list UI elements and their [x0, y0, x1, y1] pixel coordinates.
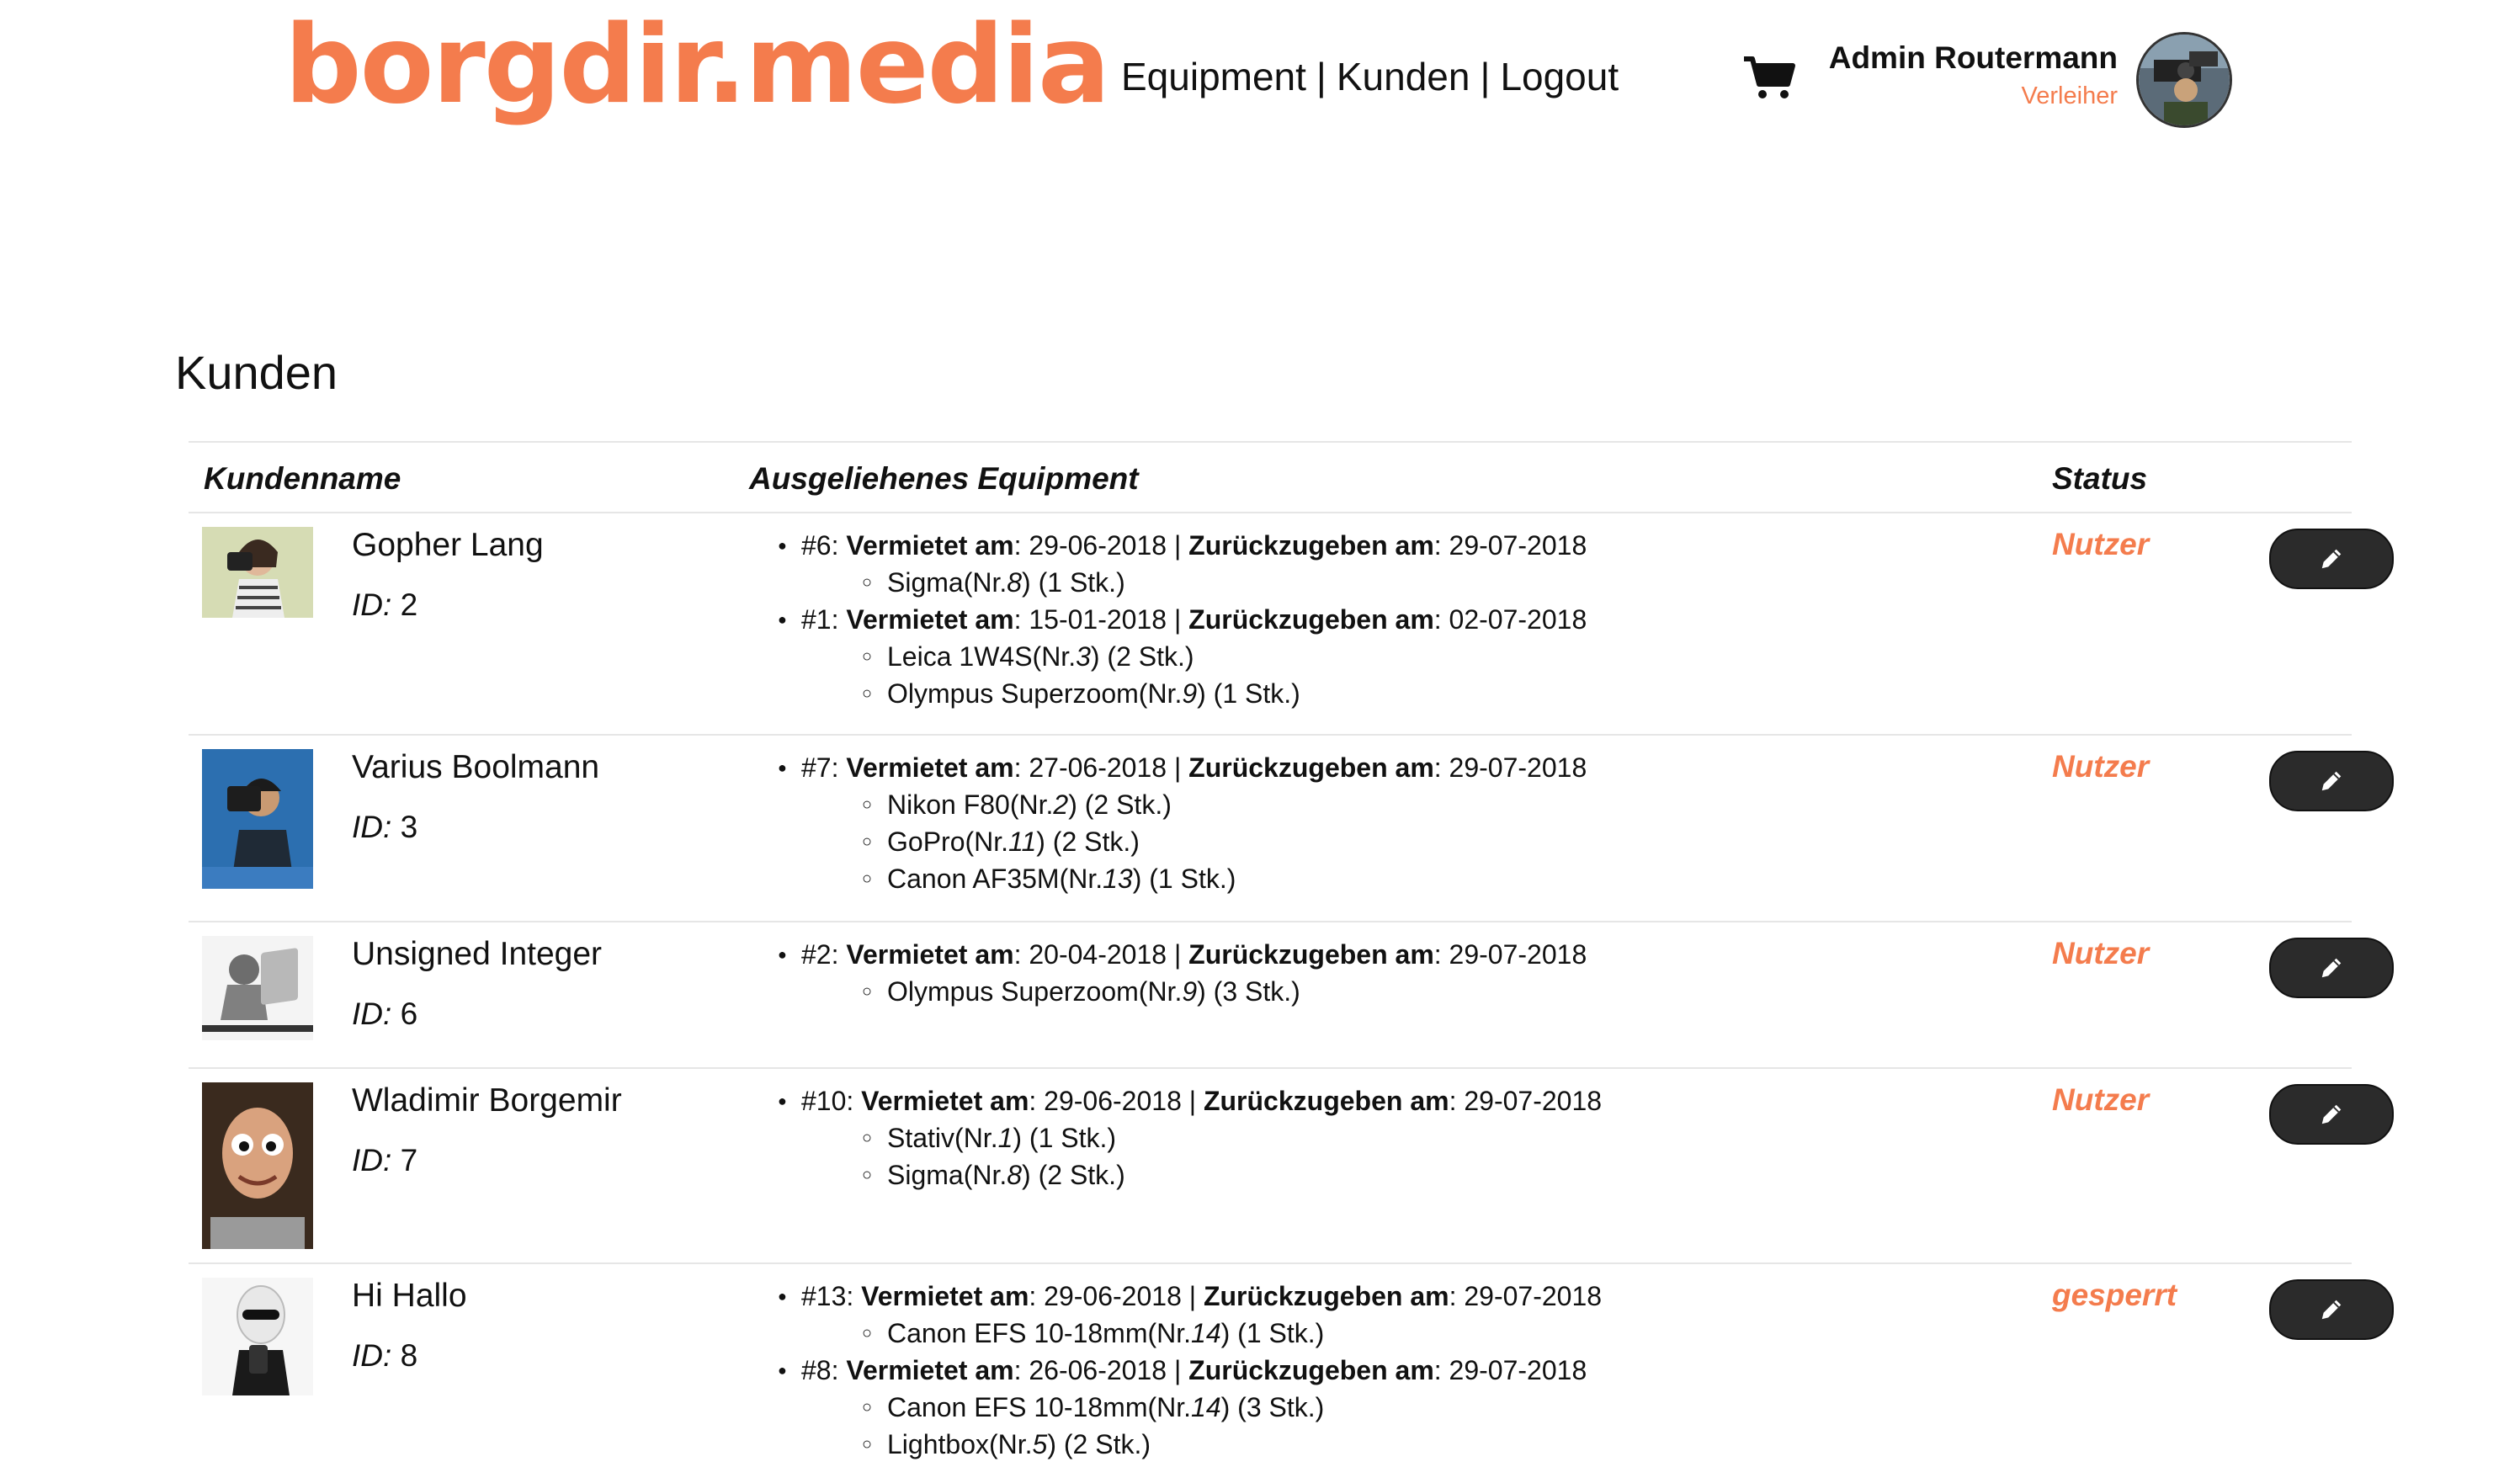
- rented-equipment-list: #10: Vermietet am: 29-06-2018 | Zurückzu…: [778, 1082, 1602, 1193]
- rental-entry: #8: Vermietet am: 26-06-2018 | Zurückzug…: [778, 1352, 1602, 1463]
- rental-item: Canon EFS 10-18mm(Nr.14) (3 Stk.): [801, 1389, 1602, 1426]
- rental-entry: #10: Vermietet am: 29-06-2018 | Zurückzu…: [778, 1082, 1602, 1193]
- customer-name: Unsigned Integer: [352, 936, 603, 972]
- rental-entry: #1: Vermietet am: 15-01-2018 | Zurückzug…: [778, 601, 1587, 712]
- nav-link-kunden[interactable]: Kunden: [1337, 55, 1470, 98]
- main-nav: Equipment | Kunden | Logout: [1121, 54, 1619, 99]
- nav-link-logout[interactable]: Logout: [1500, 55, 1619, 98]
- table-row: Wladimir Borgemir ID: 7 #10: Vermietet a…: [189, 1069, 2394, 1264]
- customer-photo: [202, 936, 313, 1040]
- rental-item: Canon EFS 10-18mm(Nr.14) (1 Stk.): [801, 1315, 1602, 1352]
- rental-item: Sigma(Nr.8) (2 Stk.): [801, 1156, 1602, 1193]
- pencil-icon: [2321, 1300, 2342, 1320]
- rental-item: Leica 1W4S(Nr.3) (2 Stk.): [801, 638, 1587, 675]
- customer-id: ID: 2: [352, 587, 418, 622]
- customer-name: Wladimir Borgemir: [352, 1082, 622, 1119]
- column-header-status: Status: [2052, 461, 2148, 496]
- rental-item: Nikon F80(Nr.2) (2 Stk.): [801, 786, 1587, 823]
- customer-id: ID: 6: [352, 997, 418, 1031]
- customer-name: Hi Hallo: [352, 1278, 467, 1314]
- rented-equipment-list: #7: Vermietet am: 27-06-2018 | Zurückzug…: [778, 749, 1587, 897]
- rental-entry: #6: Vermietet am: 29-06-2018 | Zurückzug…: [778, 527, 1587, 601]
- table-row: Unsigned Integer ID: 6 #2: Vermietet am:…: [189, 922, 2394, 1069]
- customer-name: Gopher Lang: [352, 527, 544, 563]
- user-avatar[interactable]: [2136, 32, 2232, 128]
- status-badge: Nutzer: [2052, 527, 2150, 561]
- customer-photo: [202, 1278, 313, 1395]
- customer-photo: [202, 1082, 313, 1249]
- rental-item: Olympus Superzoom(Nr.9) (3 Stk.): [801, 973, 1587, 1010]
- edit-customer-button[interactable]: [2269, 529, 2394, 589]
- column-header-equipment: Ausgeliehenes Equipment: [749, 461, 1139, 496]
- rental-item: Olympus Superzoom(Nr.9) (1 Stk.): [801, 675, 1587, 712]
- site-logo[interactable]: borgdir.media: [284, 12, 1110, 120]
- user-name[interactable]: Admin Routermann: [1829, 40, 2118, 76]
- edit-customer-button[interactable]: [2269, 751, 2394, 811]
- rental-item: Canon AF35M(Nr.13) (1 Stk.): [801, 860, 1587, 897]
- pencil-icon: [2321, 958, 2342, 978]
- table-header: Kundenname Ausgeliehenes Equipment Statu…: [189, 443, 2352, 513]
- customer-photo: [202, 749, 313, 889]
- page-title: Kunden: [175, 346, 338, 399]
- rental-item: GoPro(Nr.11) (2 Stk.): [801, 823, 1587, 860]
- shopping-cart-icon[interactable]: [1742, 54, 1796, 101]
- user-role: Verleiher: [2021, 82, 2118, 109]
- pencil-icon: [2321, 771, 2342, 791]
- rental-entry: #2: Vermietet am: 20-04-2018 | Zurückzug…: [778, 936, 1587, 1010]
- rental-entry: #13: Vermietet am: 29-06-2018 | Zurückzu…: [778, 1278, 1602, 1352]
- nav-separator: |: [1480, 55, 1491, 98]
- customer-id: ID: 8: [352, 1338, 418, 1373]
- nav-separator: |: [1316, 55, 1326, 98]
- customers-table: Kundenname Ausgeliehenes Equipment Statu…: [189, 441, 2394, 1483]
- status-badge: Nutzer: [2052, 1082, 2150, 1117]
- rental-entry: #7: Vermietet am: 27-06-2018 | Zurückzug…: [778, 749, 1587, 897]
- table-row: Hi Hallo ID: 8 #13: Vermietet am: 29-06-…: [189, 1264, 2394, 1483]
- customer-id: ID: 7: [352, 1143, 418, 1177]
- status-badge: Nutzer: [2052, 749, 2150, 784]
- edit-customer-button[interactable]: [2269, 1084, 2394, 1145]
- nav-link-equipment[interactable]: Equipment: [1121, 55, 1306, 98]
- edit-customer-button[interactable]: [2269, 938, 2394, 998]
- status-badge: Nutzer: [2052, 936, 2150, 970]
- table-row: Varius Boolmann ID: 3 #7: Vermietet am: …: [189, 736, 2394, 922]
- rented-equipment-list: #6: Vermietet am: 29-06-2018 | Zurückzug…: [778, 527, 1587, 712]
- customer-name: Varius Boolmann: [352, 749, 600, 785]
- table-row: Gopher Lang ID: 2 #6: Vermietet am: 29-0…: [189, 513, 2394, 736]
- customer-photo: [202, 527, 313, 618]
- customer-id: ID: 3: [352, 810, 418, 844]
- rented-equipment-list: #13: Vermietet am: 29-06-2018 | Zurückzu…: [778, 1278, 1602, 1463]
- column-header-name: Kundenname: [204, 461, 401, 496]
- edit-customer-button[interactable]: [2269, 1279, 2394, 1340]
- rental-item: Lightbox(Nr.5) (2 Stk.): [801, 1426, 1602, 1463]
- status-badge: gesperrt: [2052, 1278, 2177, 1312]
- pencil-icon: [2321, 549, 2342, 569]
- rental-item: Stativ(Nr.1) (1 Stk.): [801, 1119, 1602, 1156]
- pencil-icon: [2321, 1104, 2342, 1124]
- rental-item: Sigma(Nr.8) (1 Stk.): [801, 564, 1587, 601]
- rented-equipment-list: #2: Vermietet am: 20-04-2018 | Zurückzug…: [778, 936, 1587, 1010]
